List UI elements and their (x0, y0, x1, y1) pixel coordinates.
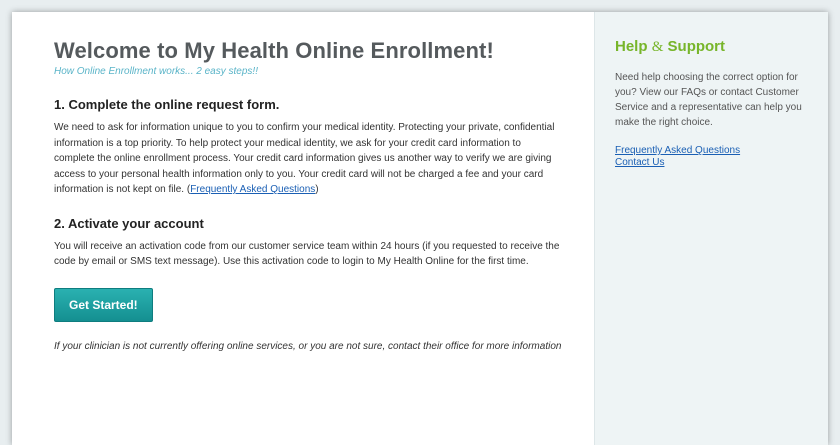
help-word: Help (615, 38, 648, 55)
help-support-title: Help & Support (615, 38, 808, 56)
step2-heading: 2. Activate your account (54, 215, 204, 231)
support-word: Support (667, 38, 726, 55)
contact-us-link[interactable]: Contact Us (615, 157, 808, 169)
page-frame: Welcome to My Health Online Enrollment! … (12, 12, 828, 445)
step1-close-paren: ) (315, 184, 319, 195)
faq-link[interactable]: Frequently Asked Questions (615, 145, 808, 157)
get-started-button[interactable]: Get Started! (54, 287, 153, 322)
page-subtitle: How Online Enrollment works... 2 easy st… (54, 66, 258, 77)
help-links: Frequently Asked Questions Contact Us (615, 145, 808, 169)
step1-body: We need to ask for information unique to… (54, 120, 564, 198)
help-sidebar: Help & Support Need help choosing the co… (594, 12, 828, 445)
step1-heading: 1. Complete the online request form. (54, 97, 280, 112)
help-text: Need help choosing the correct option fo… (615, 72, 802, 128)
clinician-note: If your clinician is not currently offer… (54, 340, 562, 352)
ampersand: & (651, 39, 664, 55)
step2-body: You will receive an activation code from… (54, 240, 560, 268)
main-content: Welcome to My Health Online Enrollment! … (12, 12, 594, 445)
faq-inline-link[interactable]: Frequently Asked Questions (190, 184, 315, 195)
page-title: Welcome to My Health Online Enrollment! (54, 38, 494, 63)
